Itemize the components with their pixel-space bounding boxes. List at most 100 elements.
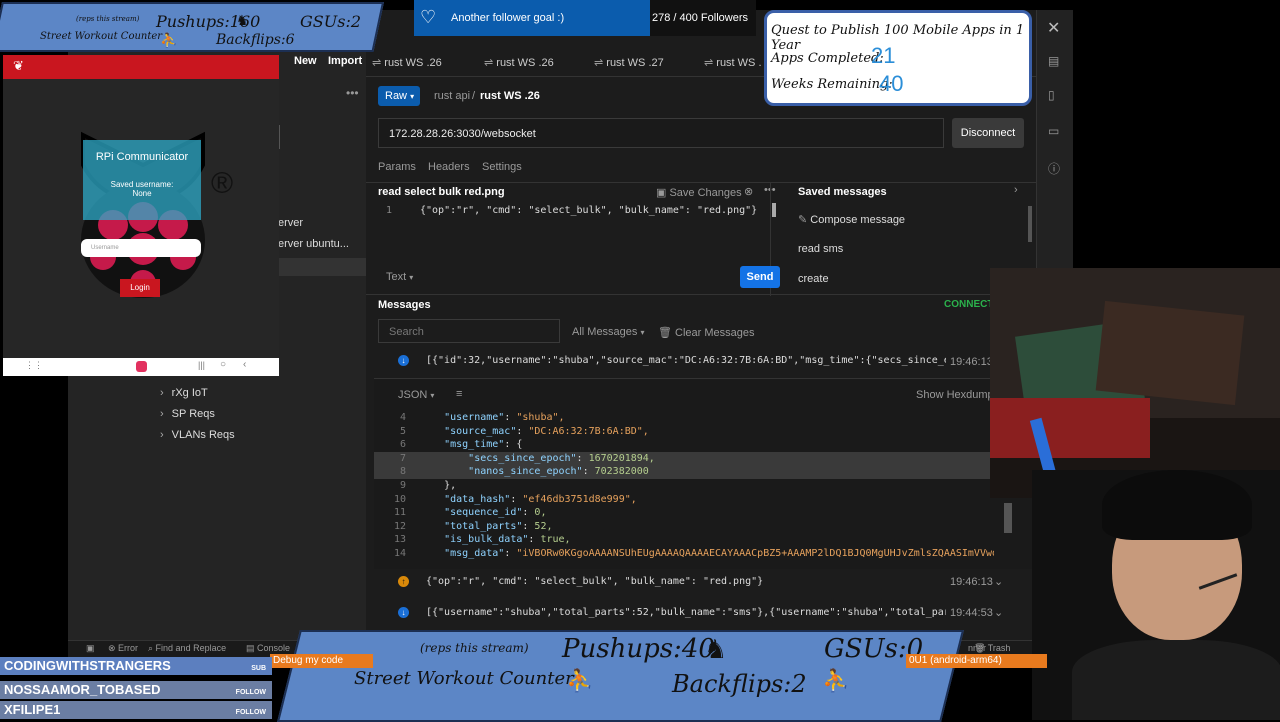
tab-rust-ws-26-b[interactable]: ⇌ rust WS .26	[484, 50, 554, 76]
device-label[interactable]: 0U1 (android-arm64)	[906, 654, 1047, 668]
app-shortcut-icon[interactable]	[136, 361, 147, 372]
webcam-feed	[1032, 470, 1280, 720]
backflip-figure-icon: ♞	[236, 12, 249, 28]
sidebar-item[interactable]: erver	[278, 217, 303, 229]
folder-label: rXg IoT	[171, 387, 208, 399]
line-number: 14	[393, 547, 406, 559]
trash-label: Trash	[987, 643, 1011, 653]
json-value: : {	[504, 439, 523, 451]
view-format-select[interactable]: JSON ▾	[398, 389, 434, 401]
close-circle-icon[interactable]: ⊗	[744, 185, 753, 198]
save-icon: ▣	[656, 187, 670, 199]
format-select[interactable]: Text ▾	[386, 271, 413, 283]
send-button[interactable]: Send	[740, 266, 780, 288]
mode-select[interactable]: Raw ▾	[378, 86, 420, 106]
apps-completed-value: 21	[871, 43, 896, 68]
chevron-down-icon[interactable]: ⌄	[994, 575, 1003, 588]
chat-row: XFILIPE1 FOLLOW	[0, 701, 272, 719]
editor-scrollbar[interactable]	[772, 203, 776, 217]
wrap-lines-icon[interactable]: ≡	[456, 388, 462, 400]
error-button[interactable]: ⊗ Error	[108, 643, 138, 654]
more-options-icon[interactable]: •••	[346, 86, 359, 100]
sidebar-folder-sp-reqs[interactable]: › SP Reqs	[160, 408, 215, 420]
tab-rust-ws-27[interactable]: ⇌ rust WS .27	[594, 50, 664, 76]
info-icon[interactable]: ⓘ	[1048, 160, 1060, 177]
json-line-selected: 7 "secs_since_epoch": 1670201894,	[374, 451, 994, 466]
pencil-icon: ✎	[798, 214, 811, 226]
apps-icon[interactable]: ⋮⋮	[25, 360, 43, 371]
new-button[interactable]: New	[294, 55, 317, 67]
search-input[interactable]: Search	[378, 319, 560, 343]
websocket-icon: ⇌	[372, 57, 385, 69]
import-button[interactable]: Import	[328, 55, 362, 67]
clear-messages-button[interactable]: 🗑 Clear Messages	[658, 326, 755, 339]
json-key: "username"	[444, 412, 505, 423]
compose-message-button[interactable]: ✎ Compose message	[798, 213, 905, 226]
registered-mark: ®	[211, 167, 234, 200]
disconnect-button[interactable]: Disconnect	[952, 118, 1024, 148]
chevron-right-icon: ›	[160, 429, 164, 441]
json-value: "ef46db3751d8e999",	[522, 493, 637, 505]
comments-icon[interactable]: ▭	[1048, 124, 1059, 138]
line-number: 7	[399, 452, 406, 464]
login-button[interactable]: Login	[120, 279, 160, 297]
request-name[interactable]: rust WS .26	[480, 90, 540, 102]
json-scrollbar[interactable]	[1004, 503, 1012, 533]
username-input[interactable]: Username	[81, 239, 201, 257]
chevron-down-icon: ▾	[640, 328, 645, 337]
url-input[interactable]: 172.28.28.26:3030/websocket	[378, 118, 944, 148]
breadcrumb-parent[interactable]: rust api	[434, 90, 470, 102]
counter-title: Street Workout Counter	[40, 31, 163, 42]
json-key: "msg_time"	[444, 439, 505, 451]
json-value: "DC:A6:32:7B:6A:BD",	[528, 425, 649, 437]
debug-label[interactable]: Debug my code	[270, 654, 373, 668]
json-key: "data_hash"	[444, 493, 511, 505]
folder-label: VLANs Reqs	[171, 429, 235, 441]
pullup-figure-icon: ⛹	[822, 668, 850, 693]
line-number: 5	[399, 425, 406, 437]
sidebar-item[interactable]: erver ubuntu...	[278, 238, 349, 250]
json-line: 13 "is_bulk_data": true,	[374, 533, 994, 547]
save-changes-button[interactable]: ▣ Save Changes	[656, 186, 742, 199]
find-label: Find and Replace	[155, 643, 227, 653]
sidebar-folder-rxg-iot[interactable]: › rXg IoT	[160, 387, 208, 399]
json-value: 1670201894,	[588, 452, 655, 464]
back-icon[interactable]: ‹	[243, 359, 246, 370]
chevron-down-icon[interactable]: ⌄	[994, 606, 1003, 619]
saved-message-item[interactable]: read sms	[798, 243, 843, 255]
reps-caption: (reps this stream)	[420, 641, 529, 655]
find-replace-button[interactable]: ⌕ Find and Replace	[148, 643, 226, 654]
tab-headers[interactable]: Headers	[428, 161, 470, 173]
saved-username-label: Saved username:	[110, 180, 174, 189]
divider	[366, 294, 1072, 295]
divider	[366, 182, 1072, 183]
show-hexdump-button[interactable]: Show Hexdump	[916, 389, 994, 401]
json-line: 9 },	[374, 479, 994, 493]
home-icon[interactable]: ○	[220, 359, 226, 370]
android-nav-bar: ⋮⋮ ||| ○ ‹	[3, 358, 279, 376]
follower-goal-bar: ♡ Another follower goal :)	[414, 0, 650, 36]
tab-rust-ws-26[interactable]: ⇌ rust WS .26	[372, 50, 442, 76]
json-key: "total_parts"	[444, 520, 523, 532]
message-body-editor[interactable]: {"op":"r", "cmd": "select_bulk", "bulk_n…	[420, 205, 757, 216]
message-filter-select[interactable]: All Messages ▾	[572, 326, 645, 338]
saved-message-item[interactable]: create	[798, 273, 829, 285]
trash-button[interactable]: 🗑 Trash	[974, 643, 1010, 654]
sidebar-toggle-icon[interactable]: ▣	[86, 643, 95, 654]
json-viewer[interactable]: 4 "username": "shuba", 5 "source_mac": "…	[374, 411, 994, 561]
file-icon[interactable]: ▯	[1048, 88, 1055, 102]
sidebar-folder-vlans-reqs[interactable]: › VLANs Reqs	[160, 429, 235, 441]
tab-settings[interactable]: Settings	[482, 161, 522, 173]
close-icon[interactable]: ✕	[1047, 18, 1060, 38]
hair	[1102, 470, 1252, 540]
chevron-right-icon[interactable]: ›	[1014, 184, 1018, 196]
tab-params[interactable]: Params	[378, 161, 416, 173]
message-row-text[interactable]: {"op":"r", "cmd": "select_bulk", "bulk_n…	[426, 576, 763, 587]
saved-messages-scrollbar[interactable]	[1028, 206, 1032, 242]
console-button[interactable]: ▤ Console	[246, 643, 290, 654]
documentation-icon[interactable]: ▤	[1048, 54, 1059, 68]
recents-icon[interactable]: |||	[198, 360, 205, 370]
tab-rust-ws-extra[interactable]: ⇌ rust WS .	[704, 50, 762, 76]
message-row-text[interactable]: [{"id":32,"username":"shuba","source_mac…	[426, 355, 946, 366]
message-row-text[interactable]: [{"username":"shuba","total_parts":52,"b…	[426, 607, 946, 618]
